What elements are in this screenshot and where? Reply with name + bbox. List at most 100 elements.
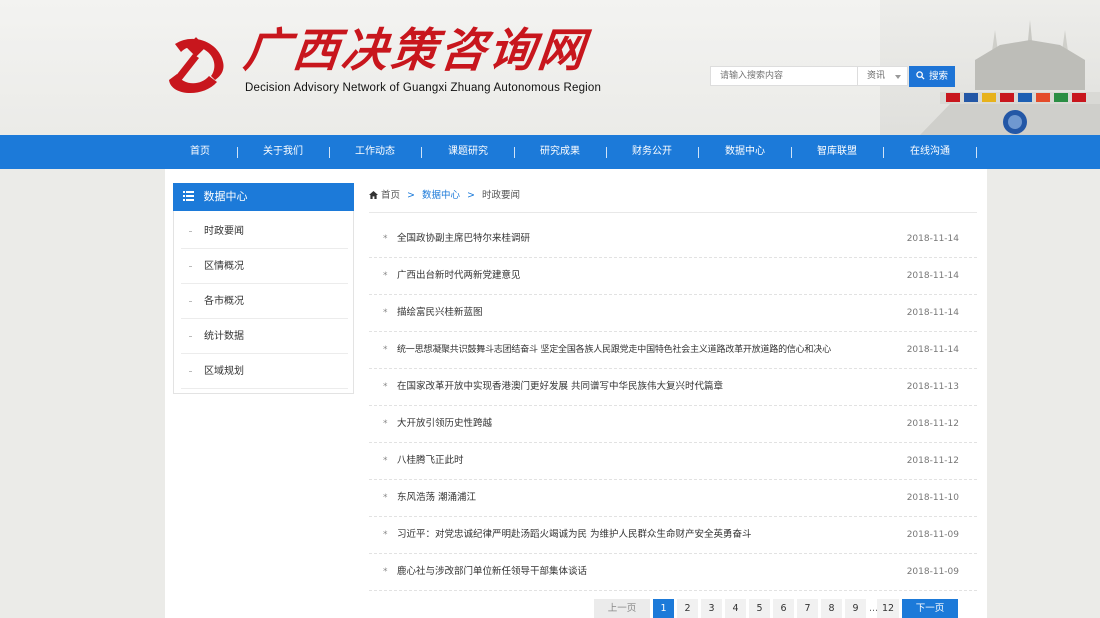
search-button-label: 搜索: [929, 71, 949, 82]
news-date: 2018-11-12: [906, 419, 959, 429]
sidebar-item-label: 区情概况: [204, 261, 244, 272]
pagination-next-button[interactable]: 下一页: [902, 599, 958, 618]
bullet-icon: *: [383, 234, 388, 244]
search-scope-label: 资讯: [867, 71, 886, 81]
bullet-icon: [189, 231, 192, 232]
news-date: 2018-11-10: [906, 493, 959, 503]
list-icon: [183, 191, 194, 201]
chevron-down-icon: [895, 75, 901, 79]
sidebar-title-label: 数据中心: [203, 190, 248, 203]
bullet-icon: *: [383, 345, 388, 355]
news-date: 2018-11-09: [906, 567, 959, 577]
nav-item-research-results[interactable]: 研究成果: [533, 135, 587, 169]
news-title-link[interactable]: 在国家改革开放中实现香港澳门更好发展 共同谱写中华民族伟大复兴时代篇章: [397, 369, 723, 405]
bullet-icon: [189, 336, 192, 337]
bullet-icon: *: [383, 271, 388, 281]
news-date: 2018-11-13: [906, 382, 959, 392]
pagination-page-4[interactable]: 4: [725, 599, 746, 618]
site-logo-subtitle: Decision Advisory Network of Guangxi Zhu…: [245, 82, 602, 94]
news-title-link[interactable]: 八桂腾飞正此时: [397, 443, 464, 479]
news-list-item: * 习近平：对党忠诚纪律严明赴汤蹈火竭诚为民 为维护人民群众生命财产安全英勇奋斗…: [369, 517, 977, 554]
sidebar-item-regional-planning[interactable]: 区域规划: [181, 354, 348, 389]
sidebar-item-label: 时政要闻: [204, 226, 244, 237]
news-title-link[interactable]: 统一思想凝聚共识鼓舞斗志团结奋斗 坚定全国各族人民跟党走中国特色社会主义道路改革…: [397, 332, 831, 368]
bullet-icon: [189, 301, 192, 302]
news-list-item: * 统一思想凝聚共识鼓舞斗志团结奋斗 坚定全国各族人民跟党走中国特色社会主义道路…: [369, 332, 977, 369]
nav-separator: [514, 147, 515, 158]
bullet-icon: [189, 266, 192, 267]
nav-separator: [237, 147, 238, 158]
news-title-link[interactable]: 大开放引领历史性跨越: [397, 406, 492, 442]
breadcrumb-separator: >: [467, 190, 475, 201]
sidebar-item-label: 统计数据: [204, 331, 244, 342]
sidebar-item-statistics[interactable]: 统计数据: [181, 319, 348, 354]
sidebar-item-politics-news[interactable]: 时政要闻: [181, 214, 348, 249]
news-list-item: * 鹿心社与涉改部门单位新任领导干部集体谈话 2018-11-09: [369, 554, 977, 591]
search-icon: [916, 71, 925, 80]
breadcrumb-section[interactable]: 数据中心: [422, 190, 460, 201]
sidebar-title: 数据中心: [173, 183, 354, 211]
news-date: 2018-11-14: [906, 308, 959, 318]
nav-separator: [329, 147, 330, 158]
nav-separator: [606, 147, 607, 158]
search-input[interactable]: [710, 66, 858, 86]
bullet-icon: *: [383, 419, 388, 429]
news-title-link[interactable]: 描绘富民兴桂新蓝图: [397, 295, 483, 331]
home-icon: [369, 191, 378, 199]
news-list-item: * 八桂腾飞正此时 2018-11-12: [369, 443, 977, 480]
nav-item-finance[interactable]: 财务公开: [625, 135, 679, 169]
pagination-page-6[interactable]: 6: [773, 599, 794, 618]
nav-item-research-topics[interactable]: 课题研究: [441, 135, 495, 169]
pagination-prev-button[interactable]: 上一页: [594, 599, 650, 618]
news-list-item: * 描绘富民兴桂新蓝图 2018-11-14: [369, 295, 977, 332]
search-scope-select[interactable]: 资讯: [858, 66, 908, 86]
nav-item-work-news[interactable]: 工作动态: [348, 135, 402, 169]
pagination-page-last[interactable]: 12: [877, 599, 899, 618]
news-date: 2018-11-14: [906, 234, 959, 244]
pagination-page-2[interactable]: 2: [677, 599, 698, 618]
bullet-icon: *: [383, 308, 388, 318]
nav-item-home[interactable]: 首页: [180, 135, 220, 169]
sidebar-item-region-overview[interactable]: 区情概况: [181, 249, 348, 284]
bullet-icon: *: [383, 456, 388, 466]
sidebar-item-city-overview[interactable]: 各市概况: [181, 284, 348, 319]
pagination-page-1[interactable]: 1: [653, 599, 674, 618]
pagination-page-8[interactable]: 8: [821, 599, 842, 618]
news-title-link[interactable]: 东风浩荡 潮涌浦江: [397, 480, 476, 516]
pagination-page-7[interactable]: 7: [797, 599, 818, 618]
news-date: 2018-11-09: [906, 530, 959, 540]
bullet-icon: *: [383, 493, 388, 503]
nav-item-think-tank[interactable]: 智库联盟: [810, 135, 864, 169]
nav-separator: [883, 147, 884, 158]
pagination-page-5[interactable]: 5: [749, 599, 770, 618]
nav-separator: [791, 147, 792, 158]
main-nav: 首页 关于我们 工作动态 课题研究 研究成果 财务公开 数据中心 智库联盟 在线…: [0, 135, 1100, 169]
news-title-link[interactable]: 全国政协副主席巴特尔来桂调研: [397, 221, 530, 257]
news-list-item: * 全国政协副主席巴特尔来桂调研 2018-11-14: [369, 221, 977, 258]
nav-separator: [421, 147, 422, 158]
party-emblem-icon: [169, 37, 224, 94]
news-list-item: * 广西出台新时代两新党建意见 2018-11-14: [369, 258, 977, 295]
bullet-icon: *: [383, 567, 388, 577]
breadcrumb-separator: >: [407, 190, 415, 201]
breadcrumb-current: 时政要闻: [481, 190, 520, 201]
news-title-link[interactable]: 广西出台新时代两新党建意见: [397, 258, 521, 294]
news-list-item: * 东风浩荡 潮涌浦江 2018-11-10: [369, 480, 977, 517]
news-title-link[interactable]: 习近平：对党忠诚纪律严明赴汤蹈火竭诚为民 为维护人民群众生命财产安全英勇奋斗: [397, 517, 752, 553]
nav-item-data-center[interactable]: 数据中心: [718, 135, 772, 169]
bullet-icon: *: [383, 382, 388, 392]
bullet-icon: *: [383, 530, 388, 540]
news-date: 2018-11-14: [906, 271, 959, 281]
breadcrumb: 首页 > 数据中心 > 时政要闻: [369, 189, 520, 203]
site-logo-title[interactable]: 广西决策咨询网: [241, 22, 590, 78]
breadcrumb-home[interactable]: 首页: [381, 190, 400, 201]
search-button[interactable]: 搜索: [909, 66, 955, 87]
pagination-page-3[interactable]: 3: [701, 599, 722, 618]
nav-separator: [698, 147, 699, 158]
bullet-icon: [189, 371, 192, 372]
nav-item-online-contact[interactable]: 在线沟通: [902, 135, 958, 169]
site-header: 广西决策咨询网 Decision Advisory Network of Gua…: [0, 0, 1100, 135]
news-title-link[interactable]: 鹿心社与涉改部门单位新任领导干部集体谈话: [397, 554, 587, 590]
nav-item-about[interactable]: 关于我们: [256, 135, 310, 169]
pagination-page-9[interactable]: 9: [845, 599, 866, 618]
